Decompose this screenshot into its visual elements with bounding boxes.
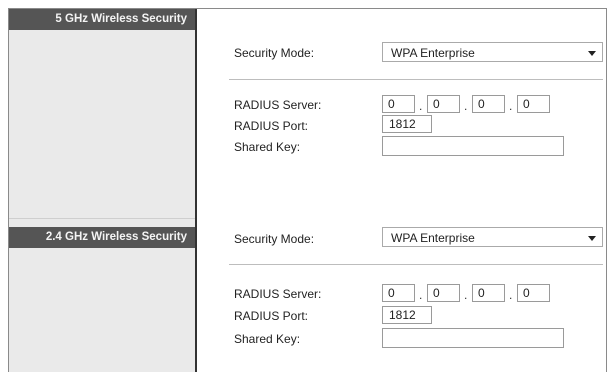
sidebar-header-24ghz-security: 2.4 GHz Wireless Security [9,227,195,248]
radius-server-octet-2-24ghz[interactable]: 0 [427,284,460,302]
radius-server-octet-3-24ghz[interactable]: 0 [472,284,505,302]
sidebar: 5 GHz Wireless Security 2.4 GHz Wireless… [9,9,197,372]
section-separator [229,264,603,265]
radius-server-octet-1-5ghz[interactable]: 0 [382,95,415,113]
ip-dot: . [419,99,423,113]
chevron-down-icon [588,236,596,241]
security-mode-value-5ghz: WPA Enterprise [391,46,475,60]
shared-key-input-5ghz[interactable] [382,136,564,156]
security-mode-label-5ghz: Security Mode: [234,46,315,60]
sidebar-header-5ghz-security: 5 GHz Wireless Security [9,9,195,30]
radius-port-label-5ghz: RADIUS Port: [234,119,309,133]
security-mode-select-24ghz[interactable]: WPA Enterprise [382,227,603,247]
radius-port-input-24ghz[interactable]: 1812 [382,306,432,324]
security-mode-select-5ghz[interactable]: WPA Enterprise [382,42,603,62]
sidebar-divider [9,218,195,219]
radius-server-label-5ghz: RADIUS Server: [234,98,322,112]
settings-panel: 5 GHz Wireless Security 2.4 GHz Wireless… [8,8,607,372]
radius-server-label-24ghz: RADIUS Server: [234,287,322,301]
chevron-down-icon [588,51,596,56]
ip-dot: . [419,288,423,302]
shared-key-label-24ghz: Shared Key: [234,332,301,346]
security-mode-value-24ghz: WPA Enterprise [391,231,475,245]
radius-server-octet-2-5ghz[interactable]: 0 [427,95,460,113]
ip-dot: . [509,288,513,302]
ip-dot: . [464,99,468,113]
radius-port-label-24ghz: RADIUS Port: [234,309,309,323]
security-mode-label-24ghz: Security Mode: [234,232,315,246]
radius-server-octet-4-5ghz[interactable]: 0 [517,95,550,113]
ip-dot: . [464,288,468,302]
shared-key-input-24ghz[interactable] [382,328,564,348]
section-separator [229,79,603,80]
shared-key-label-5ghz: Shared Key: [234,140,301,154]
radius-server-octet-3-5ghz[interactable]: 0 [472,95,505,113]
radius-port-input-5ghz[interactable]: 1812 [382,115,432,133]
radius-server-octet-4-24ghz[interactable]: 0 [517,284,550,302]
ip-dot: . [509,99,513,113]
radius-server-octet-1-24ghz[interactable]: 0 [382,284,415,302]
